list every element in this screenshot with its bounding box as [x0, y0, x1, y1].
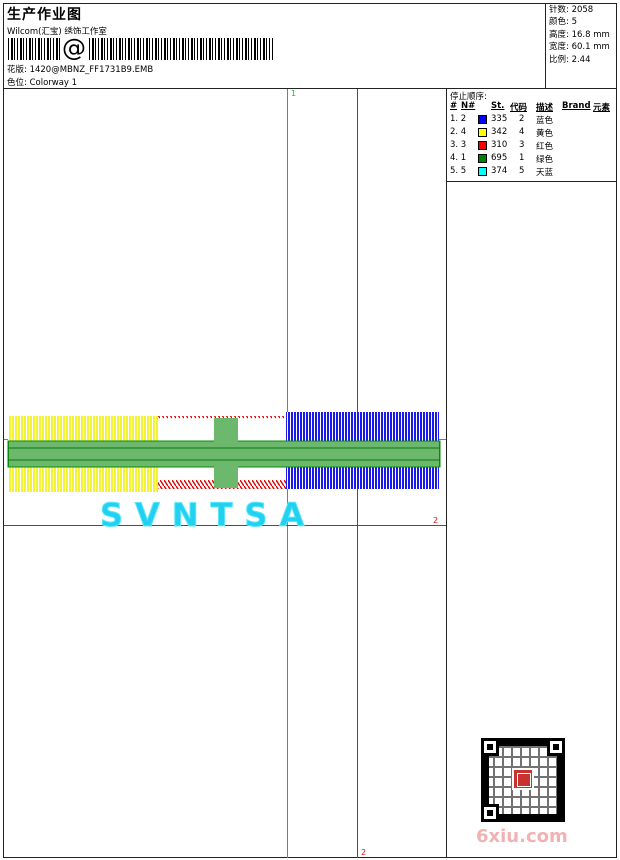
qr-finder-top-left: [481, 738, 499, 756]
qr-finder-bottom-left: [481, 804, 499, 822]
embroidery-design: [7, 412, 441, 492]
cyan-lettering: SVNTSA: [99, 496, 317, 535]
green-column: [214, 418, 238, 488]
qr-logo-icon: [512, 768, 534, 790]
qr-finder-top-right: [547, 738, 565, 756]
site-watermark[interactable]: 6xiu.com: [476, 826, 568, 847]
